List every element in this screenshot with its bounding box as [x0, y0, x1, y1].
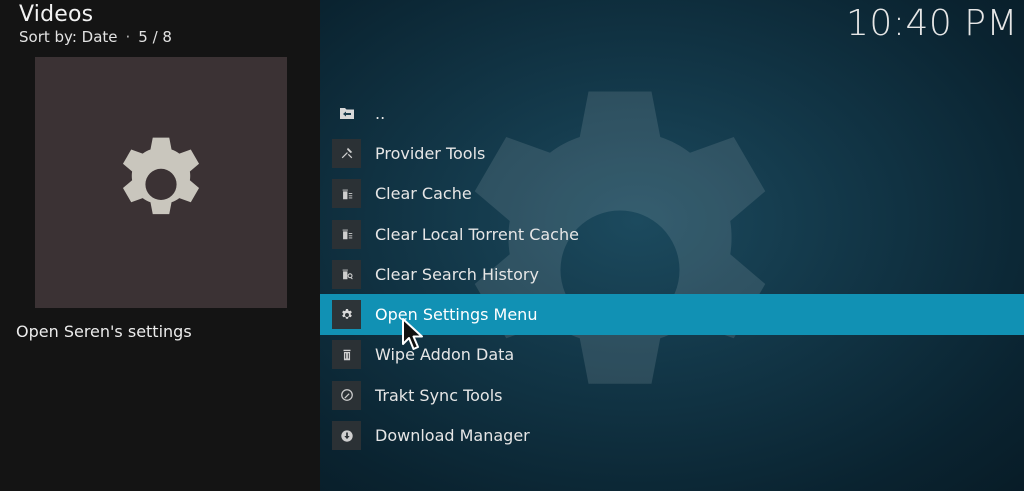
item-thumbnail: [35, 57, 287, 308]
page-title: Videos: [19, 2, 94, 27]
list-item-parent[interactable]: ..: [320, 93, 1024, 133]
kodi-screen: Videos Sort by: Date · 5 / 8 Open Seren's …: [0, 0, 1024, 491]
list-item-label: Download Manager: [375, 426, 530, 446]
trash-list-icon: [332, 179, 361, 209]
item-position: 5 / 8: [138, 28, 172, 46]
list-item-download-manager[interactable]: Download Manager: [320, 415, 1024, 455]
trakt-icon: [332, 380, 361, 410]
trash-icon: [332, 340, 361, 370]
menu-list: .. Provider Tools Clear Cache Clear Loca…: [320, 93, 1024, 456]
download-icon: [332, 421, 361, 451]
list-item-label: Trakt Sync Tools: [375, 385, 503, 405]
folder-back-icon: [332, 99, 361, 128]
list-item-label: Provider Tools: [375, 143, 486, 163]
info-panel: Videos Sort by: Date · 5 / 8 Open Seren's …: [0, 0, 320, 491]
gear-icon: [332, 300, 361, 330]
list-item-label: Clear Search History: [375, 264, 539, 284]
list-item-label: Clear Local Torrent Cache: [375, 224, 579, 244]
list-item-trakt-sync-tools[interactable]: Trakt Sync Tools: [320, 375, 1024, 415]
list-item-label: Open Settings Menu: [375, 305, 538, 325]
separator-dot: ·: [125, 28, 131, 46]
list-item-clear-search-history[interactable]: Clear Search History: [320, 254, 1024, 294]
mouse-cursor-icon: [402, 318, 423, 350]
sort-info: Sort by: Date · 5 / 8: [19, 28, 172, 46]
list-item-open-settings[interactable]: Open Settings Menu: [320, 294, 1024, 335]
list-item-label: ..: [375, 103, 386, 123]
gear-icon: [122, 137, 200, 214]
sort-label[interactable]: Sort by: Date: [19, 28, 118, 46]
content-area: 10:40 PM .. Provider Tools Clear Cache C…: [320, 0, 1024, 491]
trash-list-icon: [332, 219, 361, 249]
list-item-clear-cache[interactable]: Clear Cache: [320, 174, 1024, 214]
item-description: Open Seren's settings: [16, 322, 192, 341]
list-item-provider-tools[interactable]: Provider Tools: [320, 133, 1024, 173]
list-item-clear-torrent-cache[interactable]: Clear Local Torrent Cache: [320, 214, 1024, 254]
search-trash-icon: [332, 259, 361, 289]
clock: 10:40 PM: [846, 3, 1018, 44]
list-item-label: Clear Cache: [375, 184, 472, 204]
list-item-label: Wipe Addon Data: [375, 345, 515, 365]
list-item-wipe-addon-data[interactable]: Wipe Addon Data: [320, 335, 1024, 375]
tools-icon: [332, 138, 361, 168]
